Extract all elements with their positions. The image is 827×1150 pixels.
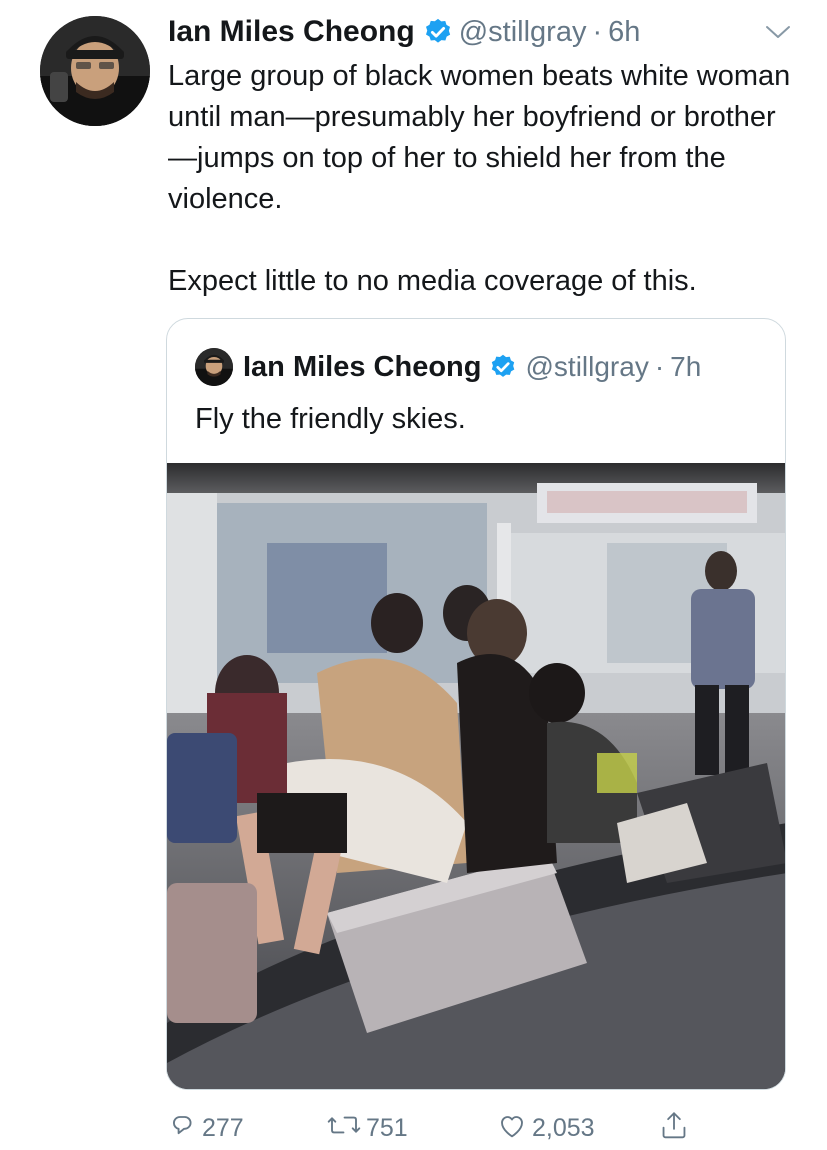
retweet-icon xyxy=(326,1109,366,1148)
meta-separator: · xyxy=(654,351,665,382)
like-button[interactable]: 2,053 xyxy=(496,1108,595,1148)
quoted-tweet-text: Fly the friendly skies. xyxy=(195,403,466,435)
author-avatar[interactable] xyxy=(40,16,150,126)
tweet-text-paragraph: Expect little to no media coverage of th… xyxy=(168,265,697,297)
quoted-author-name: Ian Miles Cheong xyxy=(243,350,482,383)
meta-separator: · xyxy=(592,15,603,48)
reply-button[interactable]: 277 xyxy=(166,1108,244,1148)
quoted-tweet-video[interactable] xyxy=(167,463,785,1089)
like-count: 2,053 xyxy=(532,1113,595,1142)
quoted-author-handle: @stillgray xyxy=(525,351,649,382)
verified-badge-icon xyxy=(489,353,517,381)
chevron-down-icon[interactable] xyxy=(763,20,793,44)
tweet-timestamp[interactable]: 6h xyxy=(608,16,640,49)
share-icon xyxy=(658,1108,694,1149)
verified-badge-icon xyxy=(423,17,453,47)
reply-count: 277 xyxy=(202,1113,244,1142)
quoted-tweet-timestamp: 7h xyxy=(670,351,702,382)
quoted-author-avatar xyxy=(195,348,233,386)
tweet-text-paragraph: Large group of black women beats white w… xyxy=(168,60,791,215)
tweet-body: Large group of black women beats white w… xyxy=(168,56,798,302)
quoted-tweet-header: Ian Miles Cheong @stillgray · 7h xyxy=(195,347,701,387)
retweet-button[interactable]: 751 xyxy=(326,1108,408,1148)
author-handle[interactable]: @stillgray xyxy=(459,16,587,49)
retweet-count: 751 xyxy=(366,1113,408,1142)
quoted-tweet-card[interactable]: Ian Miles Cheong @stillgray · 7h Fly the… xyxy=(166,318,786,1090)
tweet-header: Ian Miles Cheong @stillgray · 6h xyxy=(168,12,640,52)
tweet-action-bar: 277 751 2,053 xyxy=(166,1108,726,1148)
heart-icon xyxy=(496,1109,532,1148)
author-name[interactable]: Ian Miles Cheong xyxy=(168,15,415,49)
reply-icon xyxy=(166,1109,202,1148)
share-button[interactable] xyxy=(658,1108,694,1148)
